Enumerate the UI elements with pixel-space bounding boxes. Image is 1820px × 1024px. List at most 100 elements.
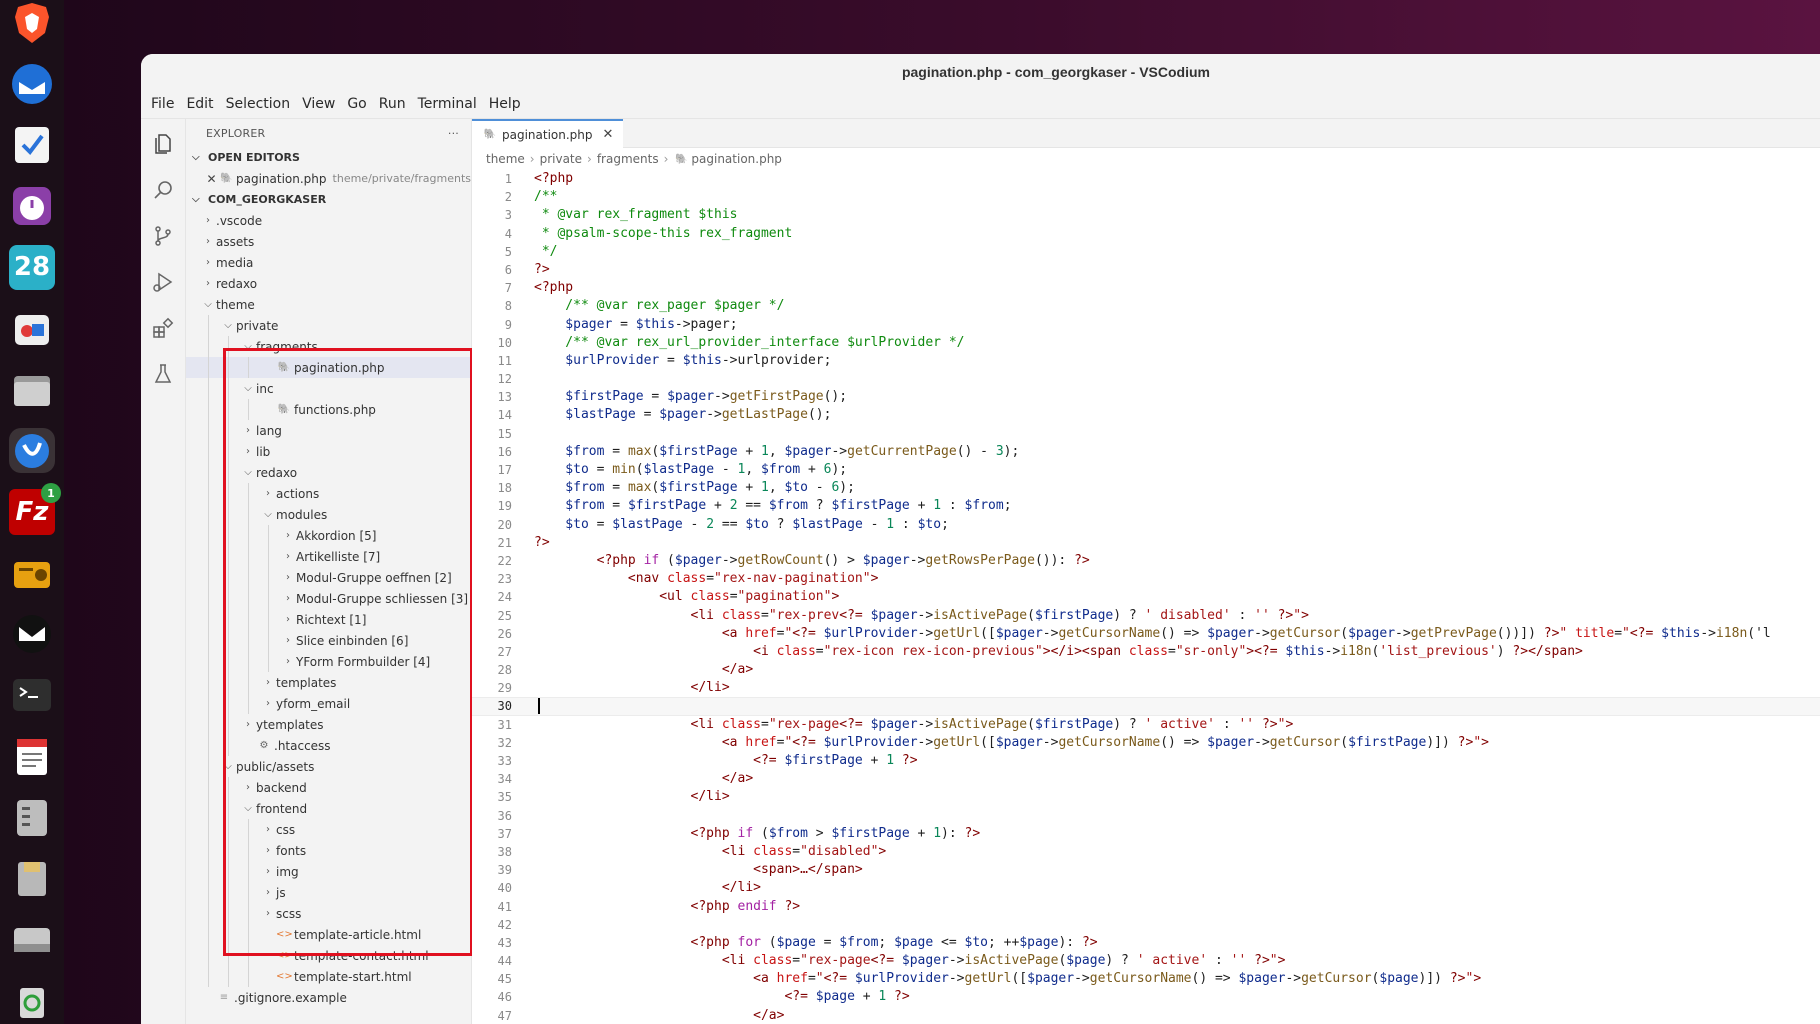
- code-line: 3 * @var rex_fragment $this: [472, 206, 1820, 224]
- run-debug-icon[interactable]: [148, 267, 178, 297]
- vscodium-icon[interactable]: [9, 428, 55, 474]
- folder-item[interactable]: › actions: [186, 483, 471, 504]
- chevron-right-icon: ›: [587, 152, 592, 166]
- folder-item[interactable]: › YForm Formbuilder [4]: [186, 651, 471, 672]
- folder-item[interactable]: › Modul-Gruppe oeffnen [2]: [186, 567, 471, 588]
- code-line: 2 /**: [472, 188, 1820, 206]
- indent-guide: [248, 945, 249, 966]
- folder-item[interactable]: ⌵ modules: [186, 504, 471, 525]
- software-store-icon[interactable]: [9, 306, 55, 351]
- code-line: 38 <li class="disabled">: [472, 843, 1820, 861]
- code-text: * @var rex_fragment $this: [534, 207, 738, 223]
- file-item[interactable]: <> template-start.html: [186, 966, 471, 987]
- breadcrumb-item[interactable]: fragments: [597, 152, 659, 166]
- menu-file[interactable]: File: [145, 96, 180, 112]
- explorer-icon[interactable]: [148, 129, 178, 159]
- file-item[interactable]: 🐘 pagination.php: [186, 357, 471, 378]
- trash-icon[interactable]: [9, 979, 55, 1024]
- menu-go[interactable]: Go: [341, 96, 372, 112]
- menu-edit[interactable]: Edit: [180, 96, 219, 112]
- text-editor-icon[interactable]: [9, 734, 55, 779]
- folder-item[interactable]: ⌵ private: [186, 315, 471, 336]
- thunderbird-icon[interactable]: [9, 61, 55, 106]
- file-item[interactable]: ⚙ .htaccess: [186, 735, 471, 756]
- folder-item[interactable]: › .vscode: [186, 210, 471, 231]
- folder-item[interactable]: › js: [186, 882, 471, 903]
- more-actions-icon[interactable]: ···: [448, 127, 459, 140]
- close-icon[interactable]: ✕: [603, 127, 614, 142]
- file-item[interactable]: <> template-contact.html: [186, 945, 471, 966]
- line-number: 2: [504, 190, 512, 205]
- calendar-icon[interactable]: 28: [9, 244, 55, 290]
- testing-icon[interactable]: [148, 359, 178, 389]
- tasks-icon[interactable]: [9, 122, 55, 167]
- folder-item[interactable]: › media: [186, 252, 471, 273]
- code-text: <li class="rex-prev<?= $pager->isActiveP…: [534, 607, 1309, 623]
- menu-run[interactable]: Run: [373, 96, 412, 112]
- project-section[interactable]: ⌵ COM_GEORGKASER: [186, 189, 471, 210]
- folder-item[interactable]: › fonts: [186, 840, 471, 861]
- folder-item[interactable]: › redaxo: [186, 273, 471, 294]
- source-control-icon[interactable]: [148, 221, 178, 251]
- folder-item[interactable]: › backend: [186, 777, 471, 798]
- drive-icon[interactable]: [9, 918, 55, 963]
- folder-item[interactable]: ⌵ theme: [186, 294, 471, 315]
- code-text: </a>: [534, 1007, 785, 1023]
- folder-item[interactable]: › lang: [186, 420, 471, 441]
- brave-browser-icon[interactable]: [9, 0, 55, 45]
- menu-selection[interactable]: Selection: [220, 96, 297, 112]
- folder-item[interactable]: › css: [186, 819, 471, 840]
- breadcrumb-item[interactable]: private: [540, 152, 582, 166]
- breadcrumb-item[interactable]: pagination.php: [691, 152, 782, 166]
- breadcrumb-item[interactable]: theme: [486, 152, 525, 166]
- code-editor[interactable]: 1 <?php 2/** 3 * @var rex_fragment $this 4 *…: [472, 170, 1820, 1024]
- folder-item[interactable]: › Modul-Gruppe schliessen [3]: [186, 588, 471, 609]
- file-item[interactable]: <> template-article.html: [186, 924, 471, 945]
- terminal-icon[interactable]: [9, 673, 55, 718]
- folder-item[interactable]: › yform_email: [186, 693, 471, 714]
- open-editors-section[interactable]: ⌵ OPEN EDITORS: [186, 147, 471, 168]
- chevron-right-icon: ›: [286, 614, 290, 625]
- file-item[interactable]: ≡ .gitignore.example: [186, 987, 471, 1008]
- chevron-right-icon: ›: [266, 488, 270, 499]
- sd-card-icon[interactable]: [9, 856, 55, 901]
- archive-icon[interactable]: [9, 795, 55, 840]
- code-line: 13 $firstPage = $pager->getFirstPage();: [472, 388, 1820, 406]
- indent-guide: [228, 693, 229, 714]
- folder-item[interactable]: › ytemplates: [186, 714, 471, 735]
- folder-item[interactable]: › Richtext [1]: [186, 609, 471, 630]
- radio-icon[interactable]: [9, 551, 55, 596]
- folder-item[interactable]: › Slice einbinden [6]: [186, 630, 471, 651]
- chevron-right-icon: ›: [246, 446, 250, 457]
- folder-item[interactable]: › scss: [186, 903, 471, 924]
- folder-item[interactable]: ⌵ inc: [186, 378, 471, 399]
- line-number: 16: [497, 444, 512, 459]
- timer-icon[interactable]: [9, 184, 55, 229]
- folder-item[interactable]: ⌵ fragments: [186, 336, 471, 357]
- folder-item[interactable]: › templates: [186, 672, 471, 693]
- folder-item[interactable]: › Akkordion [5]: [186, 525, 471, 546]
- menu-view[interactable]: View: [296, 96, 341, 112]
- folder-item[interactable]: › assets: [186, 231, 471, 252]
- folder-item[interactable]: › img: [186, 861, 471, 882]
- line-number: 42: [497, 917, 512, 932]
- menu-terminal[interactable]: Terminal: [412, 96, 483, 112]
- folder-item[interactable]: › lib: [186, 441, 471, 462]
- folder-item[interactable]: › Artikelliste [7]: [186, 546, 471, 567]
- filezilla-icon[interactable]: Fz 1: [9, 483, 61, 535]
- folder-item[interactable]: ⌵ public/assets: [186, 756, 471, 777]
- mail-icon[interactable]: [9, 612, 55, 657]
- editor-tab-active[interactable]: 🐘 pagination.php ✕: [472, 119, 624, 148]
- search-icon[interactable]: [148, 175, 178, 205]
- extensions-icon[interactable]: [148, 313, 178, 343]
- indent-guide: [248, 357, 249, 378]
- open-editor-item[interactable]: ✕ 🐘 pagination.php theme/private/fragmen…: [186, 168, 471, 189]
- files-icon[interactable]: [9, 367, 55, 412]
- menu-help[interactable]: Help: [483, 96, 527, 112]
- folder-item[interactable]: ⌵ redaxo: [186, 462, 471, 483]
- code-text: <?php if ($pager->getRowCount() > $pager…: [534, 552, 1090, 568]
- file-item[interactable]: 🐘 functions.php: [186, 399, 471, 420]
- close-icon[interactable]: ✕: [204, 172, 219, 186]
- folder-item[interactable]: ⌵ frontend: [186, 798, 471, 819]
